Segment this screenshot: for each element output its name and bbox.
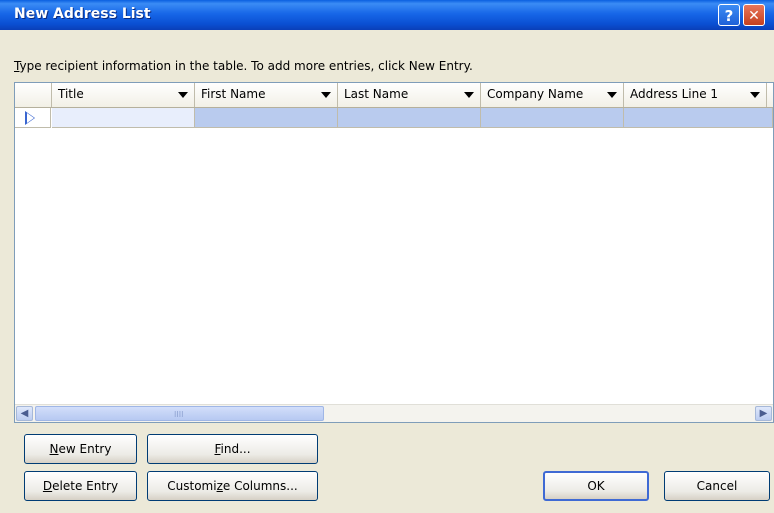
- column-header-company-name[interactable]: Company Name: [481, 83, 624, 107]
- button-label: e Columns...: [222, 479, 298, 493]
- grip-icon: IIII: [174, 410, 184, 419]
- button-label: elete Entry: [52, 479, 119, 493]
- button-label: ew Entry: [58, 442, 112, 456]
- scroll-left-button[interactable]: ◀: [16, 406, 33, 421]
- customize-columns-button[interactable]: Customize Columns...: [147, 471, 318, 501]
- find-button[interactable]: Find...: [147, 434, 318, 464]
- instruction-text: Type recipient information in the table.…: [14, 59, 473, 73]
- ok-button[interactable]: OK: [543, 471, 649, 501]
- chevron-right-icon: ▶: [759, 408, 768, 419]
- column-header-label: Address Line 1: [630, 87, 719, 101]
- row-indicator[interactable]: [15, 108, 51, 128]
- title-bar[interactable]: New Address List ? ✕: [0, 0, 774, 30]
- horizontal-scrollbar[interactable]: ◀ IIII ▶: [15, 404, 773, 422]
- column-header-label: First Name: [201, 87, 266, 101]
- scrollbar-thumb[interactable]: IIII: [35, 406, 324, 421]
- dropdown-arrow-icon[interactable]: [178, 92, 188, 98]
- button-label: Cancel: [696, 479, 738, 493]
- help-button[interactable]: ?: [718, 4, 740, 26]
- cell-title[interactable]: [52, 108, 195, 128]
- dropdown-arrow-icon[interactable]: [607, 92, 617, 98]
- cell-address-line-1[interactable]: [624, 108, 773, 128]
- column-header-last-name[interactable]: Last Name: [338, 83, 481, 107]
- delete-entry-button[interactable]: Delete Entry: [24, 471, 137, 501]
- row-header-corner: [15, 83, 52, 107]
- column-header-title[interactable]: Title: [52, 83, 195, 107]
- column-header-label: Title: [58, 87, 84, 101]
- cancel-button[interactable]: Cancel: [664, 471, 770, 501]
- dialog-title: New Address List: [14, 6, 151, 22]
- dropdown-arrow-icon[interactable]: [464, 92, 474, 98]
- column-header-first-name[interactable]: First Name: [195, 83, 338, 107]
- cell-last-name[interactable]: [338, 108, 481, 128]
- button-label: ind...: [220, 442, 251, 456]
- close-icon: ✕: [748, 8, 760, 24]
- current-row-arrow-icon: [25, 111, 35, 125]
- cell-company-name[interactable]: [481, 108, 624, 128]
- table-row[interactable]: [15, 108, 773, 128]
- column-header-label: Last Name: [344, 87, 409, 101]
- instruction-rest: ype recipient information in the table. …: [19, 59, 473, 73]
- column-header-address-line-1[interactable]: Address Line 1: [624, 83, 767, 107]
- dropdown-arrow-icon[interactable]: [321, 92, 331, 98]
- dropdown-arrow-icon[interactable]: [750, 92, 760, 98]
- question-mark-icon: ?: [724, 7, 734, 25]
- column-header-label: Company Name: [487, 87, 584, 101]
- mnemonic: N: [49, 442, 59, 456]
- button-label: OK: [587, 479, 605, 493]
- new-entry-button[interactable]: New Entry: [24, 434, 137, 464]
- button-label-pre: Customi: [167, 479, 217, 493]
- cell-first-name[interactable]: [195, 108, 338, 128]
- close-button[interactable]: ✕: [743, 4, 765, 26]
- scroll-right-button[interactable]: ▶: [755, 406, 772, 421]
- chevron-left-icon: ◀: [20, 408, 29, 419]
- address-list-grid[interactable]: Title First Name Last Name Company Name …: [14, 82, 774, 423]
- mnemonic: D: [42, 479, 53, 493]
- column-header-row: Title First Name Last Name Company Name …: [15, 83, 773, 108]
- new-address-list-dialog: New Address List ? ✕ Type recipient info…: [0, 0, 774, 513]
